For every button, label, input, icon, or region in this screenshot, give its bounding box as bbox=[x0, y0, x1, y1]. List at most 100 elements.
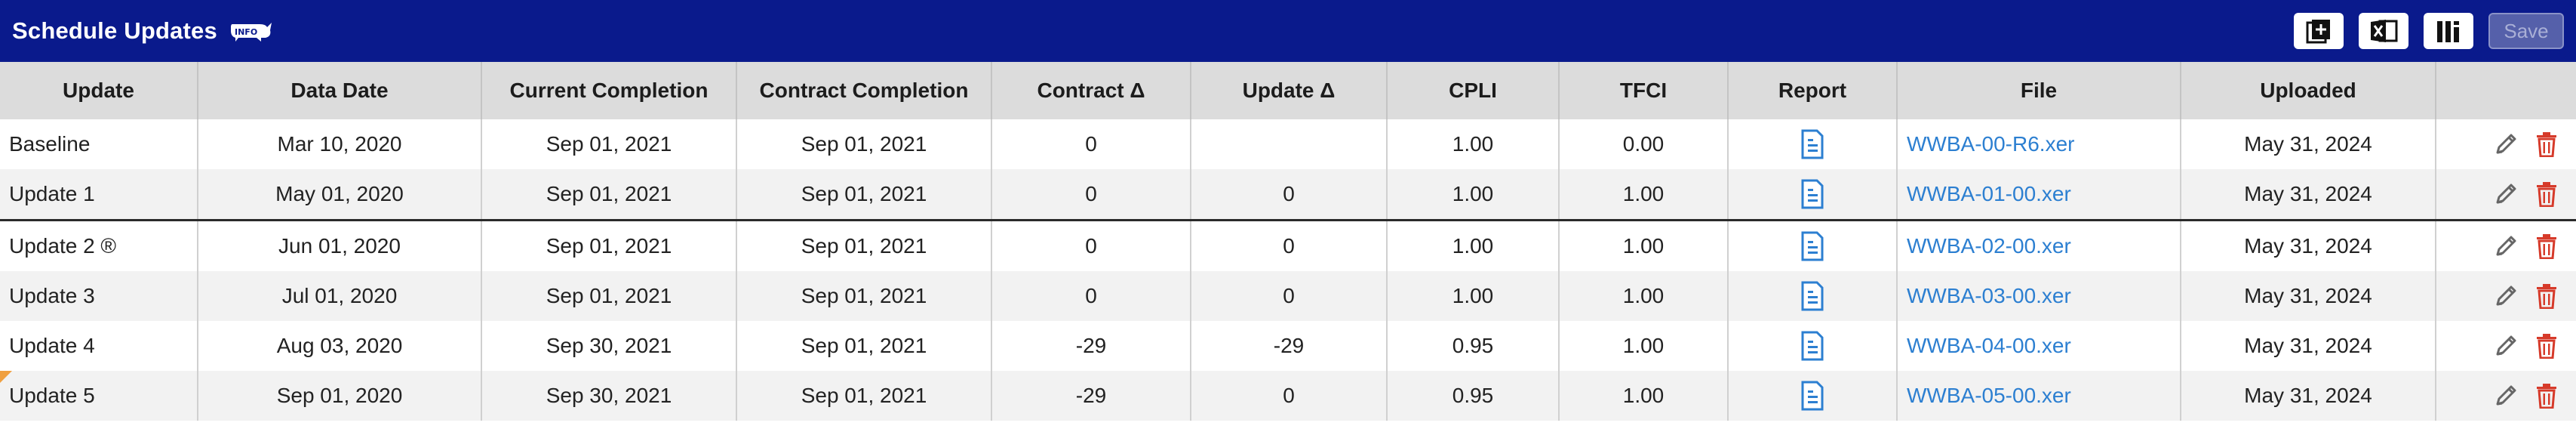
file-link[interactable]: WWBA-04-00.xer bbox=[1897, 321, 2181, 371]
cell-actions bbox=[2436, 119, 2576, 169]
cell-contract-completion: Sep 01, 2021 bbox=[736, 321, 992, 371]
cell-update-delta: 0 bbox=[1191, 271, 1388, 321]
add-document-button[interactable] bbox=[2294, 13, 2344, 49]
cell-contract-delta: -29 bbox=[991, 321, 1191, 371]
cell-contract-completion: Sep 01, 2021 bbox=[736, 271, 992, 321]
cell-update-delta: 0 bbox=[1191, 371, 1388, 421]
table-row[interactable]: Update 3 Jul 01, 2020 Sep 01, 2021 Sep 01, … bbox=[0, 271, 2576, 321]
schedule-updates-table: Update Data Date Current Completion Cont… bbox=[0, 62, 2576, 421]
page-title: Schedule Updates bbox=[12, 17, 217, 44]
table-header-row: Update Data Date Current Completion Cont… bbox=[0, 62, 2576, 119]
column-header-report[interactable]: Report bbox=[1728, 62, 1898, 119]
file-link[interactable]: WWBA-00-R6.xer bbox=[1897, 119, 2181, 169]
cell-contract-completion: Sep 01, 2021 bbox=[736, 119, 992, 169]
report-document-icon[interactable] bbox=[1800, 331, 1824, 361]
column-header-cpli[interactable]: CPLI bbox=[1387, 62, 1560, 119]
cell-contract-delta: 0 bbox=[991, 169, 1191, 221]
cell-uploaded: May 31, 2024 bbox=[2181, 371, 2436, 421]
update-name: Baseline bbox=[9, 132, 91, 156]
delete-trash-icon[interactable] bbox=[2535, 233, 2558, 259]
report-document-icon[interactable] bbox=[1800, 381, 1824, 411]
delete-trash-icon[interactable] bbox=[2535, 283, 2558, 309]
report-document-icon[interactable] bbox=[1800, 281, 1824, 311]
table-row[interactable]: Update 5 Sep 01, 2020 Sep 30, 2021 Sep 01, … bbox=[0, 371, 2576, 421]
report-document-icon[interactable] bbox=[1800, 129, 1824, 159]
columns-icon bbox=[2437, 21, 2459, 42]
edit-pencil-icon[interactable] bbox=[2493, 383, 2519, 409]
cell-uploaded: May 31, 2024 bbox=[2181, 119, 2436, 169]
edit-pencil-icon[interactable] bbox=[2493, 181, 2519, 207]
file-link[interactable]: WWBA-02-00.xer bbox=[1897, 220, 2181, 271]
cell-current-completion: Sep 30, 2021 bbox=[481, 371, 737, 421]
cell-report bbox=[1728, 119, 1898, 169]
cell-update: Update 3 bbox=[0, 271, 198, 321]
export-excel-button[interactable] bbox=[2359, 13, 2408, 49]
column-header-contract-delta[interactable]: Contract Δ bbox=[991, 62, 1191, 119]
cell-cpli: 0.95 bbox=[1387, 321, 1560, 371]
columns-button[interactable] bbox=[2424, 13, 2473, 49]
cell-uploaded: May 31, 2024 bbox=[2181, 271, 2436, 321]
update-name: Update 1 bbox=[9, 182, 95, 205]
file-link[interactable]: WWBA-03-00.xer bbox=[1897, 271, 2181, 321]
cell-update-delta bbox=[1191, 119, 1388, 169]
edit-pencil-icon[interactable] bbox=[2493, 283, 2519, 309]
cell-update: Update 1 bbox=[0, 169, 198, 221]
table-row[interactable]: Update 1 May 01, 2020 Sep 01, 2021 Sep 01, … bbox=[0, 169, 2576, 221]
cell-contract-completion: Sep 01, 2021 bbox=[736, 371, 992, 421]
excel-icon bbox=[2371, 20, 2398, 42]
cell-actions bbox=[2436, 220, 2576, 271]
info-badge-text: INFO bbox=[235, 27, 257, 37]
cell-actions bbox=[2436, 321, 2576, 371]
save-button[interactable]: Save bbox=[2488, 13, 2564, 49]
cell-current-completion: Sep 01, 2021 bbox=[481, 119, 737, 169]
cell-cpli: 1.00 bbox=[1387, 119, 1560, 169]
edit-pencil-icon[interactable] bbox=[2493, 131, 2519, 157]
cell-actions bbox=[2436, 271, 2576, 321]
table-row[interactable]: Update 4 Aug 03, 2020 Sep 30, 2021 Sep 01, … bbox=[0, 321, 2576, 371]
column-header-data-date[interactable]: Data Date bbox=[198, 62, 482, 119]
column-header-file[interactable]: File bbox=[1897, 62, 2181, 119]
cell-cpli: 1.00 bbox=[1387, 169, 1560, 221]
cell-current-completion: Sep 01, 2021 bbox=[481, 220, 737, 271]
report-document-icon[interactable] bbox=[1800, 179, 1824, 209]
cell-contract-completion: Sep 01, 2021 bbox=[736, 220, 992, 271]
add-document-icon bbox=[2306, 20, 2330, 44]
edit-pencil-icon[interactable] bbox=[2493, 233, 2519, 259]
column-header-uploaded[interactable]: Uploaded bbox=[2181, 62, 2436, 119]
column-header-update-delta[interactable]: Update Δ bbox=[1191, 62, 1388, 119]
update-name: Update 3 bbox=[9, 284, 95, 307]
cell-cpli: 0.95 bbox=[1387, 371, 1560, 421]
edit-pencil-icon[interactable] bbox=[2493, 333, 2519, 359]
cell-data-date: May 01, 2020 bbox=[198, 169, 482, 221]
cell-contract-delta: 0 bbox=[991, 220, 1191, 271]
cell-uploaded: May 31, 2024 bbox=[2181, 169, 2436, 221]
table-row[interactable]: Update 2 ® Jun 01, 2020 Sep 01, 2021 Sep 01… bbox=[0, 220, 2576, 271]
column-header-update[interactable]: Update bbox=[0, 62, 198, 119]
cell-tfci: 1.00 bbox=[1559, 220, 1729, 271]
cell-current-completion: Sep 01, 2021 bbox=[481, 169, 737, 221]
cell-tfci: 1.00 bbox=[1559, 271, 1729, 321]
header-bar: Schedule Updates INFO Save bbox=[0, 0, 2576, 62]
cell-update: Update 4 bbox=[0, 321, 198, 371]
cell-actions bbox=[2436, 169, 2576, 221]
report-document-icon[interactable] bbox=[1800, 231, 1824, 261]
cell-uploaded: May 31, 2024 bbox=[2181, 220, 2436, 271]
cell-contract-delta: -29 bbox=[991, 371, 1191, 421]
cell-cpli: 1.00 bbox=[1387, 220, 1560, 271]
delete-trash-icon[interactable] bbox=[2535, 131, 2558, 157]
cell-contract-delta: 0 bbox=[991, 271, 1191, 321]
cell-report bbox=[1728, 321, 1898, 371]
info-badge-icon[interactable]: INFO bbox=[228, 20, 273, 42]
cell-data-date: Jul 01, 2020 bbox=[198, 271, 482, 321]
file-link[interactable]: WWBA-01-00.xer bbox=[1897, 169, 2181, 221]
delete-trash-icon[interactable] bbox=[2535, 383, 2558, 409]
file-link[interactable]: WWBA-05-00.xer bbox=[1897, 371, 2181, 421]
column-header-current-completion[interactable]: Current Completion bbox=[481, 62, 737, 119]
column-header-tfci[interactable]: TFCI bbox=[1559, 62, 1729, 119]
cell-report bbox=[1728, 271, 1898, 321]
delete-trash-icon[interactable] bbox=[2535, 181, 2558, 207]
column-header-contract-completion[interactable]: Contract Completion bbox=[736, 62, 992, 119]
table-row[interactable]: Baseline Mar 10, 2020 Sep 01, 2021 Sep 01, … bbox=[0, 119, 2576, 169]
update-name: Update 2 ® bbox=[9, 234, 117, 258]
delete-trash-icon[interactable] bbox=[2535, 333, 2558, 359]
